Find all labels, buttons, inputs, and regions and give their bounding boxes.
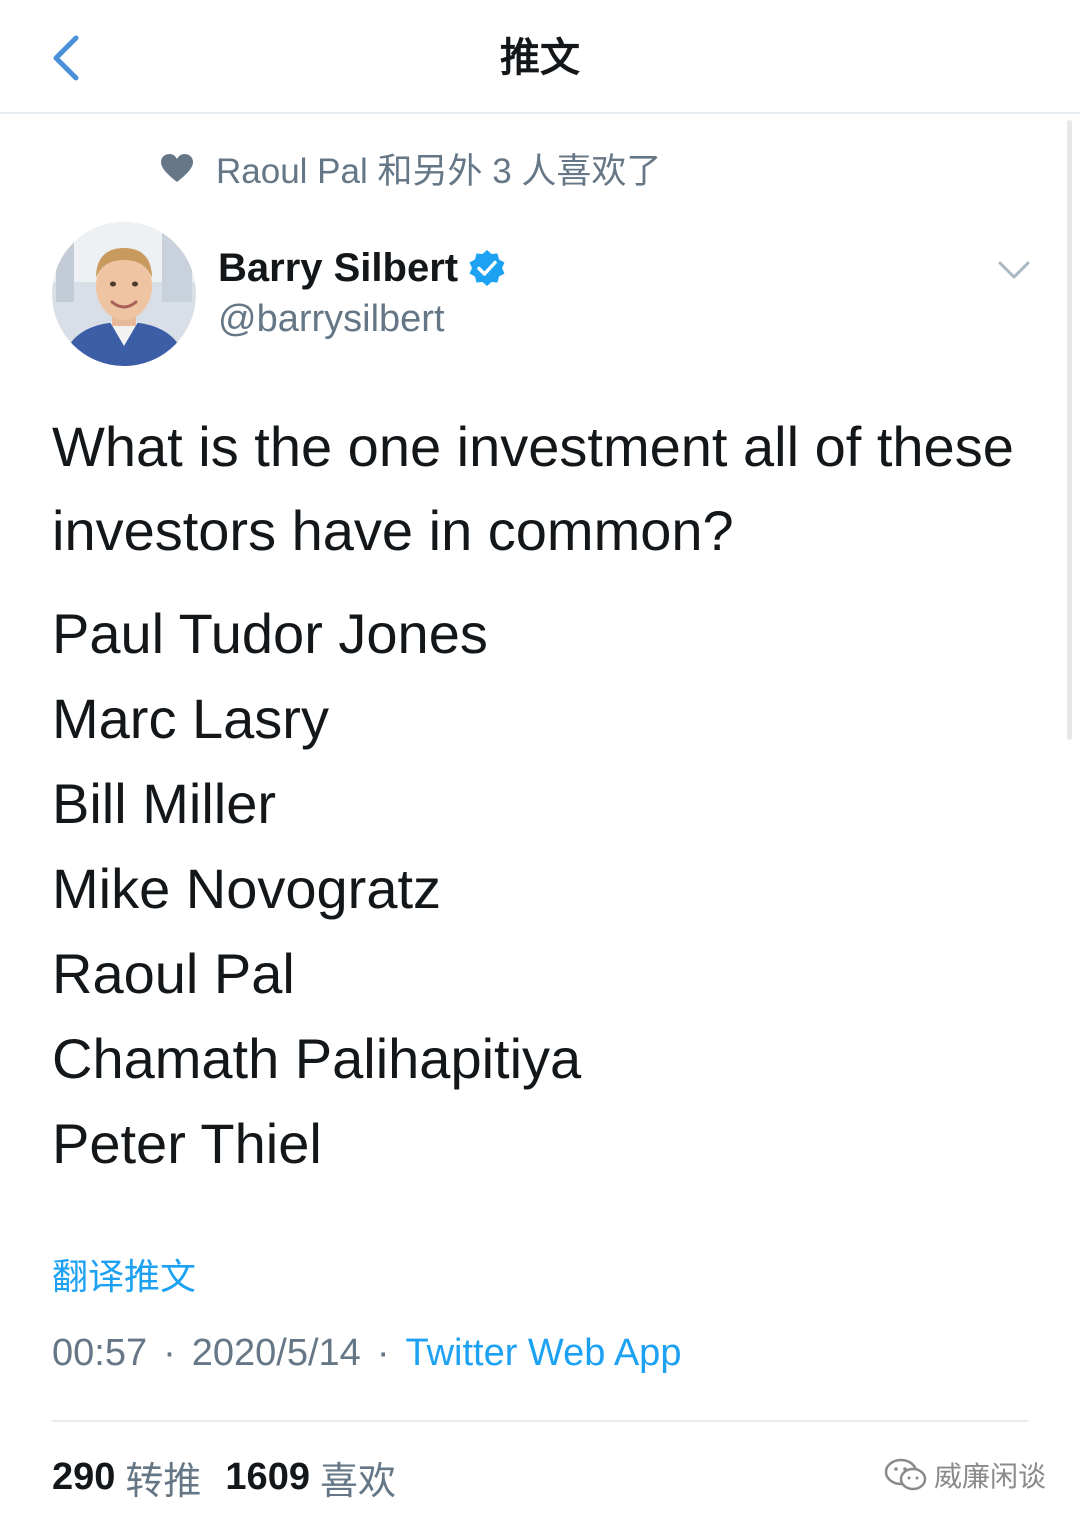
watermark: 威廉闲谈 [884,1455,1046,1495]
divider [52,1420,1028,1422]
list-item: Marc Lasry [52,687,329,750]
tweet-text: What is the one investment all of these … [52,405,1042,1186]
likes-count: 1609 [225,1456,310,1498]
heart-icon [160,150,196,186]
author-name-row[interactable]: Barry Silbert [218,240,508,296]
author-info: Barry Silbert @barrysilbert [218,240,508,341]
author-handle[interactable]: @barrysilbert [218,298,508,341]
list-item: Mike Novogratz [52,857,442,920]
likes-stat[interactable]: 1609 喜欢 [225,1450,396,1505]
author-display-name: Barry Silbert [218,245,459,290]
tweet-date: 2020/5/14 [191,1332,361,1374]
investor-list: Paul Tudor Jones Marc Lasry Bill Miller … [52,591,1042,1186]
tweet-source-link[interactable]: Twitter Web App [405,1332,681,1375]
tweet-stats: 290 转推 1609 喜欢 [52,1450,420,1505]
list-item: Raoul Pal [52,942,295,1005]
watermark-text: 威廉闲谈 [933,1461,1046,1492]
social-context[interactable]: Raoul Pal 和另外 3 人喜欢了 [160,145,661,191]
meta-separator: · [376,1332,390,1374]
retweets-stat[interactable]: 290 转推 [52,1450,201,1505]
top-navigation-bar: 推文 [0,0,1080,114]
verified-badge-icon [468,248,508,288]
avatar[interactable] [52,222,196,366]
likes-label: 喜欢 [319,1461,396,1503]
page-title: 推文 [500,36,580,80]
list-item: Chamath Palihapitiya [52,1027,582,1090]
tweet-meta: 00:57 · 2020/5/14 · Twitter Web App [52,1332,681,1375]
tweet-options-button[interactable] [994,250,1034,290]
retweets-label: 转推 [125,1461,202,1503]
scrollbar[interactable] [1067,120,1072,740]
list-item: Peter Thiel [52,1112,322,1175]
tweet-time: 00:57 [52,1332,148,1374]
tweet-question: What is the one investment all of these … [52,415,1014,562]
meta-separator: · [163,1332,176,1374]
wechat-icon [884,1458,927,1491]
list-item: Paul Tudor Jones [52,602,488,665]
social-context-text: Raoul Pal 和另外 3 人喜欢了 [216,151,662,191]
chevron-down-icon [998,261,1030,279]
list-item: Bill Miller [52,772,276,835]
translate-tweet-link[interactable]: 翻译推文 [52,1248,196,1300]
retweets-count: 290 [52,1456,116,1498]
